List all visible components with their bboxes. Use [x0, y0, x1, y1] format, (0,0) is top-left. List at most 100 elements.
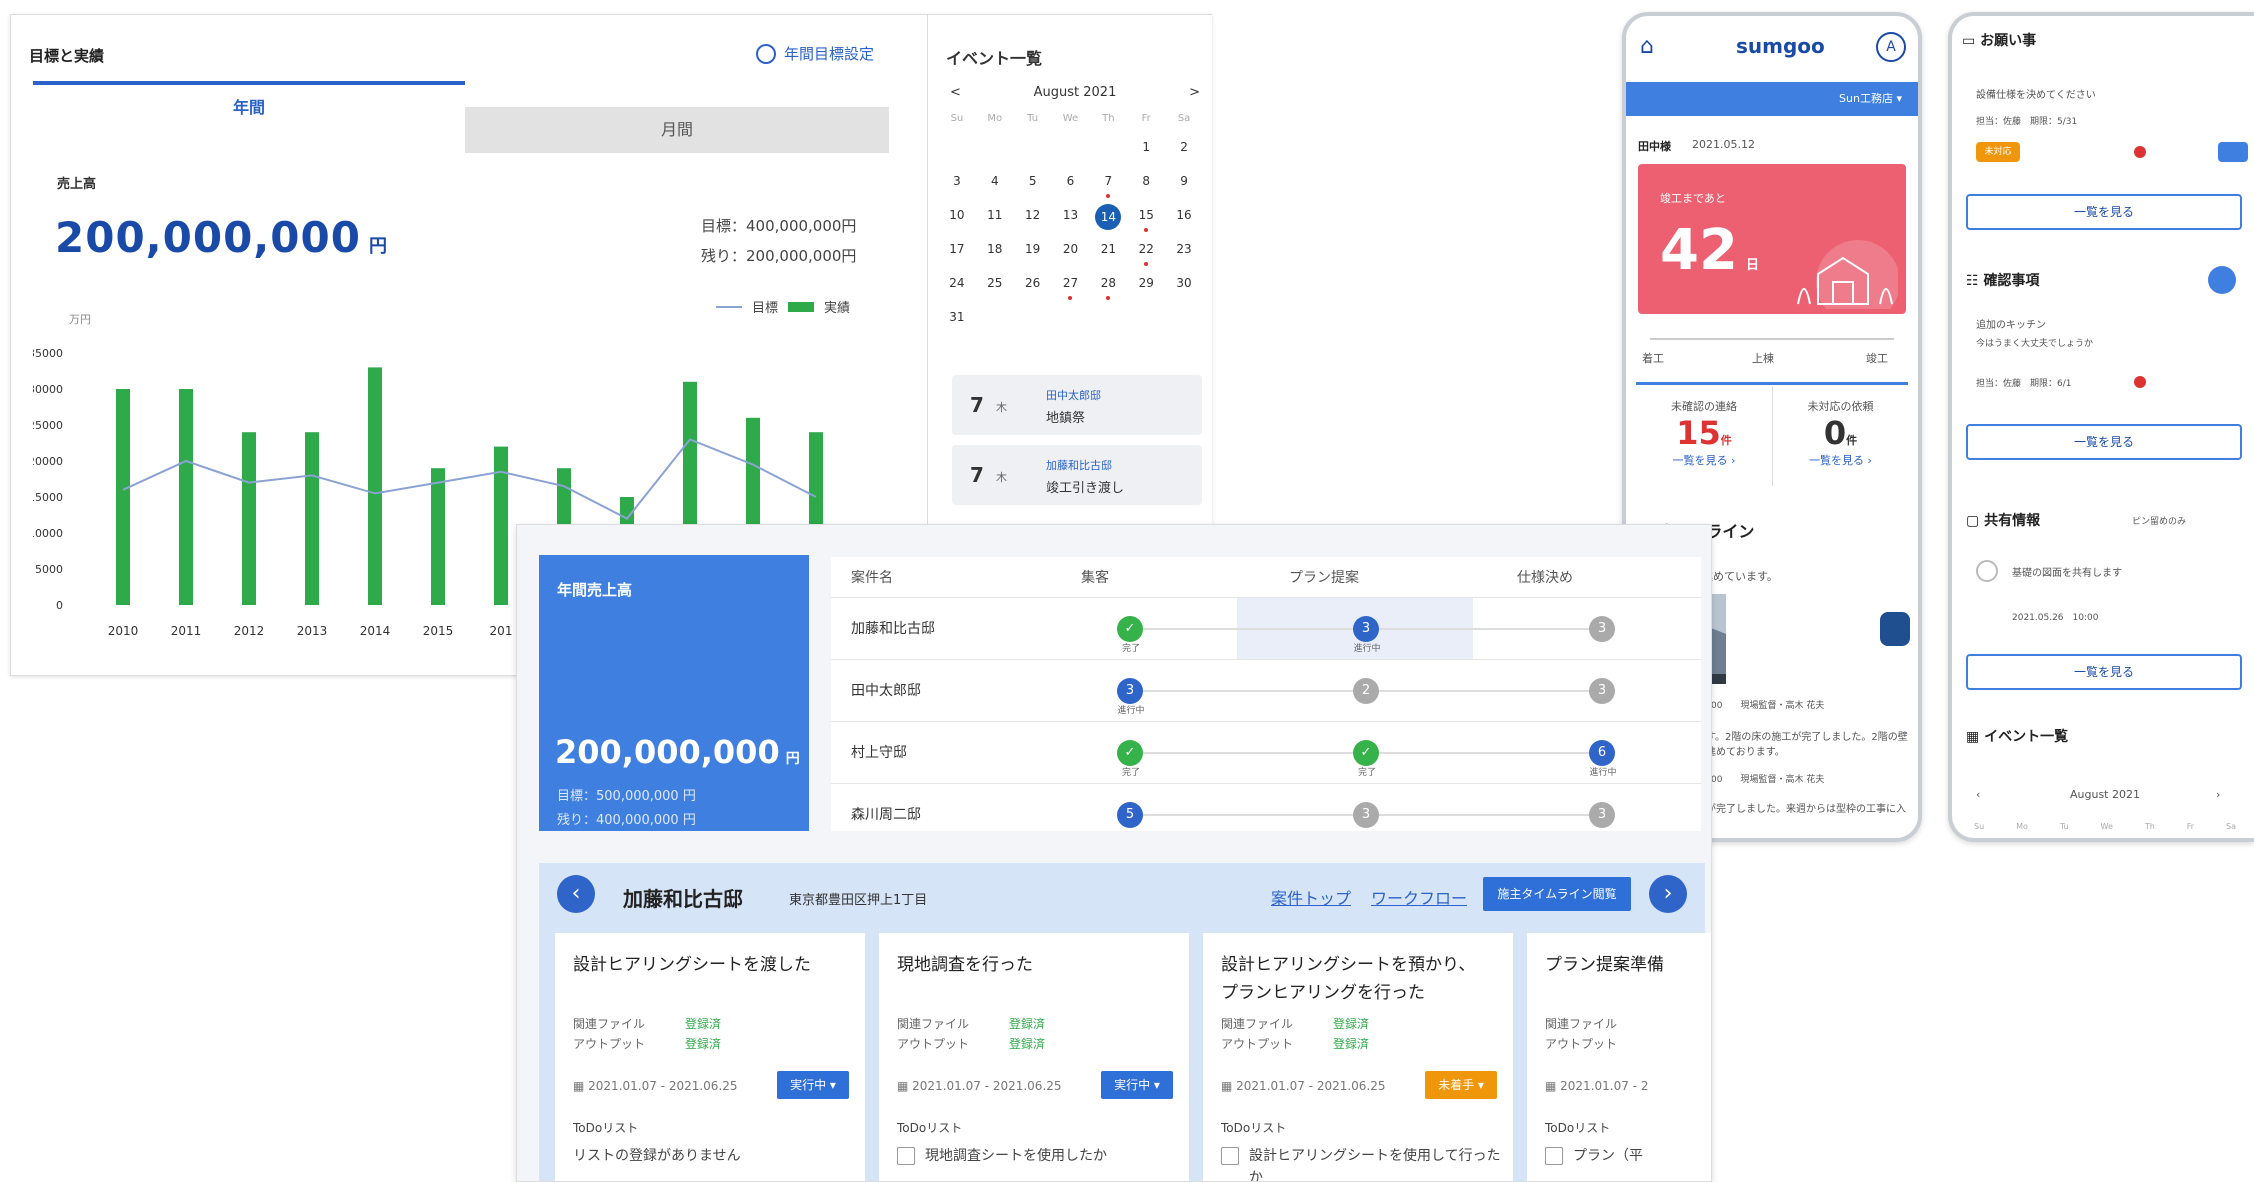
calendar-prev-button[interactable]: <: [950, 85, 961, 100]
notice-item[interactable]: 設備仕様を決めてください: [1976, 86, 2096, 101]
calendar-day[interactable]: 25: [976, 272, 1014, 294]
calendar-next-button[interactable]: ›: [2216, 788, 2220, 801]
calendar-day[interactable]: 7: [1089, 170, 1127, 198]
calendar-day[interactable]: 26: [1014, 272, 1052, 294]
stage-status-icon[interactable]: 2: [1353, 678, 1379, 704]
calendar-day[interactable]: 3: [938, 170, 976, 192]
calendar-day[interactable]: 4: [976, 170, 1014, 192]
calendar-prev-button[interactable]: ‹: [1976, 788, 1980, 801]
annual-sales-label: 年間売上高: [557, 581, 633, 599]
calendar-day[interactable]: 24: [938, 272, 976, 294]
todo-checkbox[interactable]: [1221, 1147, 1239, 1165]
weekday-label: Fr: [1141, 113, 1151, 124]
next-project-button[interactable]: ›: [1649, 875, 1687, 913]
calendar-day[interactable]: 14: [1089, 204, 1127, 230]
table-row[interactable]: 加藤和比古邸 ✓ 完了 3 進行中 3: [831, 597, 1701, 659]
project-top-link[interactable]: 案件トップ: [1271, 885, 1351, 909]
output-file: アウトプット 登録済: [897, 1037, 1046, 1051]
event-card[interactable]: 7 木 田中太郎邸 地鎮祭: [952, 375, 1202, 435]
calendar-day[interactable]: 17: [938, 238, 976, 260]
calendar-day[interactable]: 2: [1165, 136, 1203, 158]
status-dropdown[interactable]: 実行中 ▾: [777, 1071, 849, 1099]
calendar-day[interactable]: 16: [1165, 204, 1203, 226]
calendar-day[interactable]: 21: [1089, 238, 1127, 260]
calendar-day[interactable]: 20: [1052, 238, 1090, 260]
calendar-day[interactable]: 18: [976, 238, 1014, 260]
stage-status-icon[interactable]: 6 進行中: [1589, 740, 1617, 778]
account-icon[interactable]: A: [1876, 32, 1906, 62]
stage-status-icon[interactable]: 3: [1589, 678, 1615, 704]
calendar-day[interactable]: 23: [1165, 238, 1203, 260]
calendar-day[interactable]: 1: [1127, 136, 1165, 158]
stat-unread[interactable]: 未確認の連絡 15件 一覧を見る ›: [1636, 386, 1772, 486]
calendar-day[interactable]: 8: [1127, 170, 1165, 192]
project-row-name[interactable]: 村上守邸: [851, 742, 907, 762]
stage-status-icon[interactable]: ✓ 完了: [1117, 740, 1143, 778]
workflow-card[interactable]: プラン提案準備 関連ファイル アウトプット ▦ 2021.01.07 - 2 ToDoリ…: [1527, 933, 1711, 1181]
stage-status-icon[interactable]: ✓ 完了: [1117, 616, 1143, 654]
prev-project-button[interactable]: ‹: [557, 875, 595, 913]
related-file: 関連ファイル 登録済: [573, 1017, 722, 1031]
calendar-day[interactable]: 19: [1014, 238, 1052, 260]
stage-status-icon[interactable]: 3: [1589, 616, 1615, 642]
todo-label: ToDoリスト: [573, 1121, 639, 1135]
calendar-day[interactable]: 29: [1127, 272, 1165, 294]
project-row-name[interactable]: 加藤和比古邸: [851, 618, 935, 638]
notice-more-button[interactable]: 一覧を見る: [1966, 194, 2242, 230]
notice-title: ▭ お願い事: [1962, 33, 2037, 49]
calendar-day[interactable]: 10: [938, 204, 976, 226]
calendar-day[interactable]: 13: [1052, 204, 1090, 226]
workflow-card[interactable]: 設計ヒアリングシートを預かり、プランヒアリングを行った 関連ファイル 登録済 アウトプ…: [1203, 933, 1513, 1181]
calendar-day[interactable]: 5: [1014, 170, 1052, 192]
status-dropdown[interactable]: 実行中 ▾: [1101, 1071, 1173, 1099]
calendar-day[interactable]: 22: [1127, 238, 1165, 266]
calendar-day[interactable]: 11: [976, 204, 1014, 226]
calendar-day[interactable]: 30: [1165, 272, 1203, 294]
table-row[interactable]: 森川周二邸 5 3 3: [831, 783, 1701, 845]
stage-status-icon[interactable]: ✓ 完了: [1353, 740, 1379, 778]
memo-item[interactable]: 追加のキッチン: [1976, 316, 2046, 331]
workflow-card[interactable]: 現地調査を行った 関連ファイル 登録済 アウトプット 登録済 ▦ 2021.01.07 -…: [879, 933, 1189, 1181]
project-row-name[interactable]: 田中太郎邸: [851, 680, 921, 700]
stage-status-icon[interactable]: 3 進行中: [1353, 616, 1381, 654]
step-track: [1650, 338, 1894, 340]
stat-unread-link[interactable]: 一覧を見る ›: [1636, 452, 1772, 468]
todo-checkbox[interactable]: [897, 1147, 915, 1165]
stage-status-icon[interactable]: 5: [1117, 802, 1143, 828]
shop-select[interactable]: Sun工務店 ▾: [1839, 90, 1902, 106]
workflow-card[interactable]: 設計ヒアリングシートを渡した 関連ファイル 登録済 アウトプット 登録済 ▦ 2021.0…: [555, 933, 865, 1181]
stage-status-icon[interactable]: 3 進行中: [1117, 678, 1145, 716]
status-dropdown[interactable]: 未着手 ▾: [1425, 1071, 1497, 1099]
tab-year[interactable]: 年間: [33, 81, 465, 131]
calendar-day[interactable]: 9: [1165, 170, 1203, 192]
calendar-day[interactable]: 15: [1127, 204, 1165, 232]
stat-pending[interactable]: 未対応の依頼 0件 一覧を見る ›: [1772, 386, 1908, 486]
todo-checkbox[interactable]: [1545, 1147, 1563, 1165]
workflow-link[interactable]: ワークフロー: [1371, 885, 1467, 909]
table-row[interactable]: 田中太郎邸 3 進行中 2 3: [831, 659, 1701, 721]
share-more-button[interactable]: 一覧を見る: [1966, 654, 2242, 690]
calendar-day[interactable]: 27: [1052, 272, 1090, 300]
annual-goal-setting-link[interactable]: 年間目標設定: [756, 43, 874, 64]
calendar-day[interactable]: 6: [1052, 170, 1090, 192]
calendar-next-button[interactable]: >: [1189, 85, 1200, 100]
pin-filter[interactable]: ピン留めのみ: [2132, 514, 2186, 527]
share-item[interactable]: 基礎の図面を共有します: [2012, 564, 2122, 579]
event-card[interactable]: 7 木 加藤和比古邸 竣工引き渡し: [952, 445, 1202, 505]
owner-timeline-button[interactable]: 施主タイムライン閲覧: [1483, 877, 1631, 911]
memo-more-button[interactable]: 一覧を見る: [1966, 424, 2242, 460]
calendar-day[interactable]: 31: [938, 306, 976, 328]
chat-icon[interactable]: [1880, 612, 1910, 646]
tab-month[interactable]: 月間: [465, 107, 889, 153]
add-button[interactable]: [2208, 266, 2236, 294]
home-icon[interactable]: ⌂: [1640, 34, 1654, 59]
event-dot-icon: [1144, 262, 1149, 266]
project-row-name[interactable]: 森川周二邸: [851, 804, 921, 824]
stage-status-icon[interactable]: 3: [1353, 802, 1379, 828]
share-label: 共有情報: [1984, 513, 2041, 529]
stat-pending-link[interactable]: 一覧を見る ›: [1773, 452, 1908, 468]
table-row[interactable]: 村上守邸 ✓ 完了 ✓ 完了 6 進行中: [831, 721, 1701, 783]
calendar-day[interactable]: 12: [1014, 204, 1052, 226]
calendar-day[interactable]: 28: [1089, 272, 1127, 300]
stage-status-icon[interactable]: 3: [1589, 802, 1615, 828]
